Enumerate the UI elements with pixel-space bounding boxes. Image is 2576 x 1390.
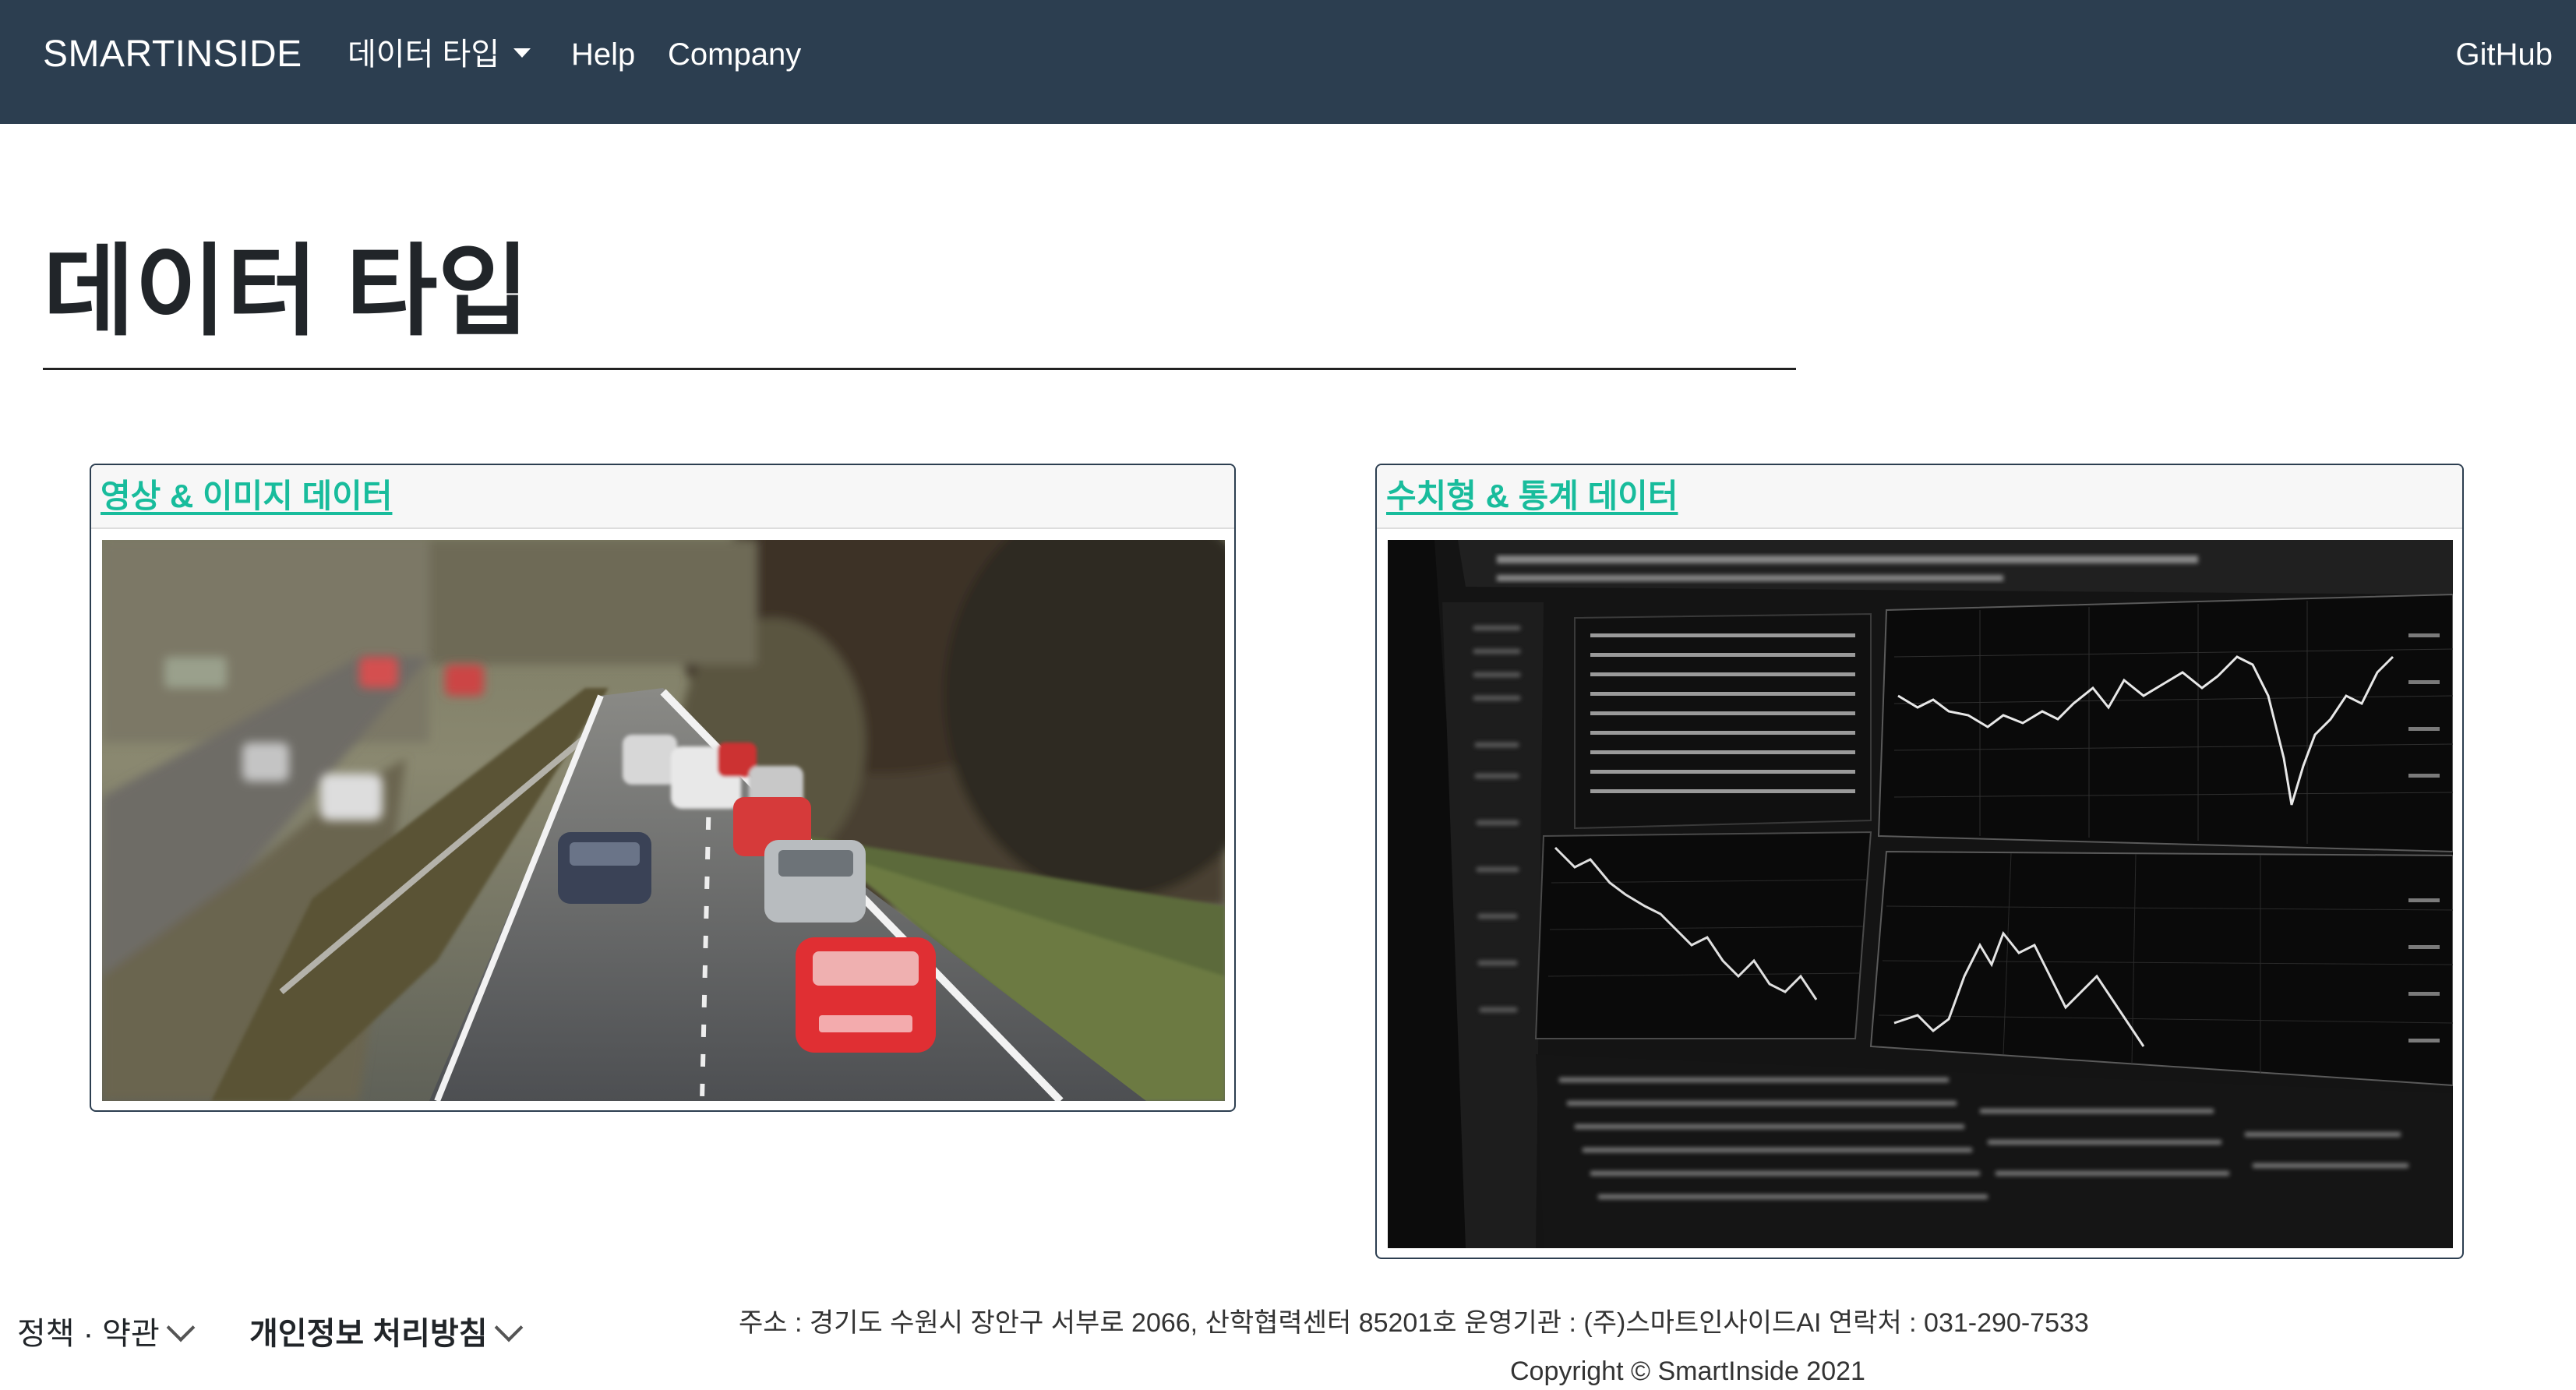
chevron-down-icon (494, 1313, 523, 1342)
stock-market-monitor-image[interactable] (1388, 540, 2453, 1248)
footer-address: 주소 : 경기도 수원시 장안구 서부로 2066, 산학협력센터 85201호… (739, 1308, 2089, 1338)
chevron-down-icon (166, 1313, 196, 1342)
footer-policy-label: 정책 · 약관 (17, 1317, 160, 1351)
image-data-link[interactable]: 영상 & 이미지 데이터 (101, 476, 392, 517)
numeric-data-link[interactable]: 수치형 & 통계 데이터 (1386, 476, 1678, 517)
footer-privacy-label: 개인정보 처리방침 (249, 1317, 488, 1351)
top-navbar: SMARTINSIDE 데이터 타입 Help Company GitHub (0, 0, 2576, 124)
caret-down-icon (513, 48, 531, 58)
data-type-dropdown-label: 데이터 타입 (348, 37, 500, 72)
brand-logo-link[interactable]: SMARTINSIDE (43, 33, 302, 76)
footer-policy-menu[interactable]: 정책 · 약관 (17, 1313, 196, 1354)
nav-github-link[interactable]: GitHub (2456, 34, 2553, 75)
footer-copyright: Copyright © SmartInside 2021 (1510, 1356, 1865, 1386)
numeric-data-card-header: 수치형 & 통계 데이터 (1377, 465, 2462, 529)
nav-company-link[interactable]: Company (668, 34, 801, 75)
nav-help-link[interactable]: Help (571, 34, 635, 75)
image-data-card: 영상 & 이미지 데이터 (90, 464, 1236, 1112)
highway-traffic-image[interactable] (102, 540, 1225, 1101)
footer-privacy-menu[interactable]: 개인정보 처리방침 (249, 1313, 523, 1354)
page-title: 데이터 타입 (43, 236, 530, 348)
data-type-dropdown[interactable]: 데이터 타입 (348, 34, 531, 75)
numeric-data-card: 수치형 & 통계 데이터 (1375, 464, 2464, 1259)
image-data-card-header: 영상 & 이미지 데이터 (91, 465, 1234, 529)
title-divider (43, 368, 1796, 370)
